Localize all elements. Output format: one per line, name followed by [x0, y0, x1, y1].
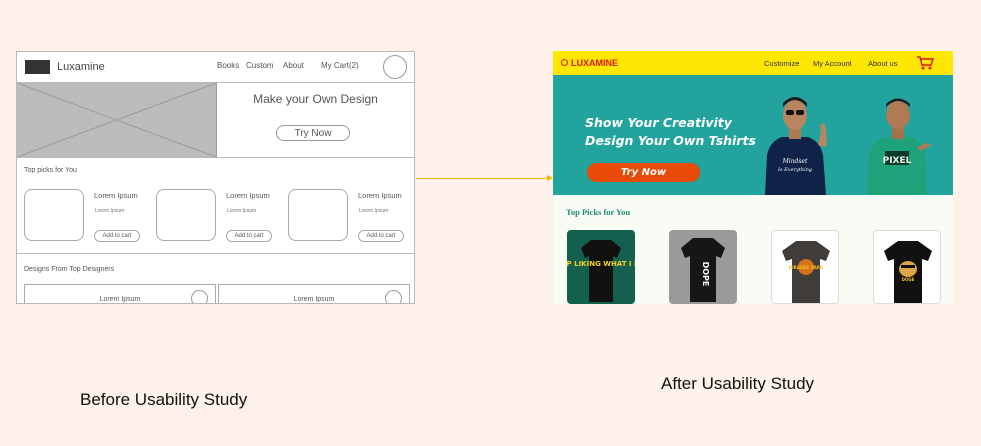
caption-before: Before Usability Study: [80, 390, 248, 409]
wire-product-subtitle: Lorem Ipsum: [95, 208, 125, 214]
mock-brand[interactable]: LUXAMINE: [571, 58, 618, 68]
print-dope: DOPE: [701, 262, 710, 287]
svg-text:Mindset: Mindset: [782, 158, 808, 165]
cart-icon[interactable]: [916, 55, 934, 70]
wire-hero-title: Make your Own Design: [253, 92, 378, 106]
product-tshirt-image: STOP LIKING WHAT I LIKE: [567, 240, 635, 302]
wire-designer-label: Lorem Ipsum: [99, 296, 141, 303]
wire-product-title: Lorem Ipsum: [358, 191, 402, 200]
wire-designer-avatar: [191, 290, 208, 303]
product-card[interactable]: DOPE: [669, 230, 737, 304]
wire-nav-about[interactable]: About: [283, 61, 304, 70]
wire-designers-title: Designs From Top Designers: [24, 266, 115, 273]
wire-designer-label: Lorem Ipsum: [293, 296, 335, 303]
wire-product-image[interactable]: [24, 189, 84, 241]
svg-text:Is Everything: Is Everything: [777, 167, 812, 173]
wire-nav-cart[interactable]: My Cart(2): [321, 61, 359, 70]
wire-hero-image-placeholder: [17, 83, 217, 157]
wire-add-to-cart-button[interactable]: Add to cart: [226, 230, 272, 242]
wire-try-now-button[interactable]: Try Now: [276, 125, 350, 141]
product-card[interactable]: DOGE: [873, 230, 941, 304]
wire-brand: Luxamine: [57, 61, 105, 73]
svg-text:PIXEL: PIXEL: [883, 156, 912, 166]
mock-nav-my-account[interactable]: My Account: [813, 59, 852, 68]
wire-add-to-cart-button[interactable]: Add to cart: [358, 230, 404, 242]
wire-product-subtitle: Lorem Ipsum: [227, 208, 257, 214]
transition-arrow-line: [416, 178, 547, 179]
wire-top-picks-title: Top picks for You: [24, 167, 77, 174]
wire-nav-custom[interactable]: Custom: [246, 61, 274, 70]
print-doge: DOGE: [902, 277, 915, 282]
mock-hero-line1: Show Your Creativity: [585, 115, 732, 130]
model-navy-tshirt-image: Mindset Is Everything: [765, 97, 827, 195]
product-card[interactable]: JURASSIC PARK: [771, 230, 839, 304]
caption-after: After Usability Study: [661, 374, 815, 393]
wire-product-title: Lorem Ipsum: [94, 191, 138, 200]
divider: [17, 157, 414, 158]
wireframe-before: Luxamine Books Custom About My Cart(2) M…: [16, 51, 415, 304]
print-line: STOP LIKING WHAT I LIKE: [567, 260, 635, 268]
mock-hero-line2: Design Your Own Tshirts: [585, 133, 756, 148]
product-card[interactable]: STOP LIKING WHAT I LIKE: [567, 230, 635, 304]
brand-logo-icon: [561, 59, 568, 66]
print-jurassic: JURASSIC PARK: [788, 265, 824, 270]
wire-product-image[interactable]: [288, 189, 348, 241]
wire-add-to-cart-button[interactable]: Add to cart: [94, 230, 140, 242]
wire-product-image[interactable]: [156, 189, 216, 241]
product-tshirt-image: DOGE: [884, 241, 932, 303]
mock-nav-about-us[interactable]: About us: [868, 59, 898, 68]
divider: [17, 253, 414, 254]
model-teal-tshirt-image: PIXEL: [867, 98, 931, 195]
mock-top-picks-title: Top Picks for You: [566, 207, 631, 217]
mockup-after: LUXAMINE Customize My Account About us S…: [553, 51, 953, 304]
wire-profile-circle[interactable]: [383, 55, 407, 79]
product-tshirt-image: DOPE: [681, 238, 725, 302]
wire-product-subtitle: Lorem Ipsum: [359, 208, 389, 214]
wire-product-title: Lorem Ipsum: [226, 191, 270, 200]
wire-designer-avatar: [385, 290, 402, 303]
wire-logo-placeholder: [25, 60, 50, 74]
mock-try-now-button[interactable]: Try Now: [587, 163, 700, 182]
wire-nav-books[interactable]: Books: [217, 61, 239, 70]
product-tshirt-image: JURASSIC PARK: [782, 241, 830, 303]
mock-nav-customize[interactable]: Customize: [764, 59, 799, 68]
wire-navbar: Luxamine Books Custom About My Cart(2): [17, 52, 414, 83]
